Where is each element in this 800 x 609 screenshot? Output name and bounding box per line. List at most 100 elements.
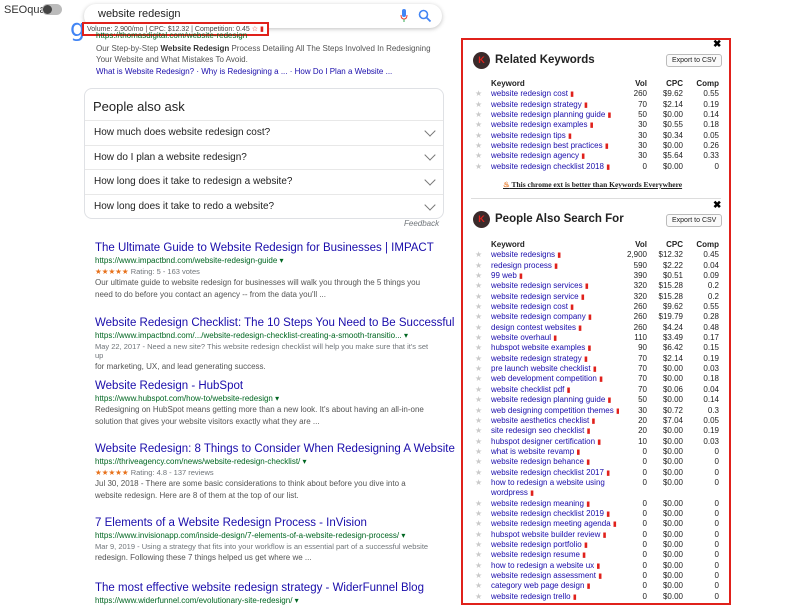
paa-item[interactable]: How much does website redesign cost?: [85, 120, 443, 145]
star-icon[interactable]: ★: [475, 426, 491, 436]
keyword-link[interactable]: website redesign services ▮: [491, 281, 619, 291]
star-icon[interactable]: ★: [475, 550, 491, 560]
keyword-text[interactable]: website redesign assessment: [491, 571, 596, 580]
keyword-text[interactable]: website redesign resume: [491, 550, 580, 559]
star-icon[interactable]: ★: [475, 343, 491, 353]
star-icon[interactable]: ★: [475, 468, 491, 478]
mic-icon[interactable]: [400, 9, 408, 22]
feedback-link[interactable]: Feedback: [404, 219, 439, 228]
star-icon[interactable]: ★: [475, 333, 491, 343]
star-icon[interactable]: ★: [475, 89, 491, 99]
keyword-text[interactable]: hubspot designer certification: [491, 437, 595, 446]
keyword-link[interactable]: website redesign examples ▮: [491, 120, 619, 130]
keyword-text[interactable]: web development competition: [491, 374, 597, 383]
keyword-text[interactable]: website redesign checklist 2017: [491, 468, 604, 477]
result-title[interactable]: The most effective website redesign stra…: [95, 582, 430, 594]
keyword-text[interactable]: 99 web: [491, 271, 517, 280]
keyword-text[interactable]: website redesign checklist 2019: [491, 509, 604, 518]
paa-item[interactable]: How long does it take to redo a website?: [85, 193, 443, 219]
keyword-text[interactable]: what is website revamp: [491, 447, 574, 456]
keyword-link[interactable]: website redesign resume ▮: [491, 550, 619, 560]
keyword-link[interactable]: hubspot website builder review ▮: [491, 530, 619, 540]
keyword-link[interactable]: pre launch website checklist ▮: [491, 364, 619, 374]
keyword-text[interactable]: website checklist pdf: [491, 385, 564, 394]
keyword-text[interactable]: web designing competition themes: [491, 406, 614, 415]
keyword-link[interactable]: website redesign agency ▮: [491, 151, 619, 161]
star-icon[interactable]: ★: [475, 364, 491, 374]
keyword-text[interactable]: website redesign strategy: [491, 100, 582, 109]
keyword-text[interactable]: redesign process: [491, 261, 552, 270]
paa-item[interactable]: How do I plan a website redesign?: [85, 144, 443, 170]
keyword-text[interactable]: website redesign cost: [491, 302, 568, 311]
keyword-text[interactable]: website redesign services: [491, 281, 583, 290]
keyword-link[interactable]: website redesign checklist 2017 ▮: [491, 468, 619, 478]
star-icon[interactable]: ★: [475, 519, 491, 529]
star-icon[interactable]: ★: [475, 540, 491, 550]
keyword-text[interactable]: website redesign behance: [491, 457, 584, 466]
star-icon[interactable]: ★: [475, 561, 491, 571]
keyword-link[interactable]: website redesign meeting agenda ▮: [491, 519, 619, 529]
star-icon[interactable]: ★: [475, 499, 491, 509]
keyword-link[interactable]: website redesign tips ▮: [491, 131, 619, 141]
seoquake-toggle-icon[interactable]: [42, 4, 62, 15]
keyword-text[interactable]: website redesign strategy: [491, 354, 582, 363]
star-icon[interactable]: ★: [475, 302, 491, 312]
keyword-text[interactable]: hubspot website examples: [491, 343, 585, 352]
star-icon[interactable]: ★: [475, 457, 491, 467]
result-title[interactable]: Website Redesign Checklist: The 10 Steps…: [95, 317, 454, 329]
keyword-text[interactable]: website aesthetics checklist: [491, 416, 589, 425]
star-icon[interactable]: ★: [475, 374, 491, 384]
keyword-text[interactable]: how to redesign a website using wordpres…: [491, 478, 605, 497]
keyword-text[interactable]: website redesign planning guide: [491, 395, 605, 404]
keyword-link[interactable]: website redesign cost ▮: [491, 302, 619, 312]
keyword-text[interactable]: how to redesign a website ux: [491, 561, 594, 570]
keyword-link[interactable]: website aesthetics checklist ▮: [491, 416, 619, 426]
star-icon[interactable]: ★: [475, 271, 491, 281]
paa-item[interactable]: How long does it take to redesign a webs…: [85, 169, 443, 194]
keyword-text[interactable]: pre launch website checklist: [491, 364, 591, 373]
keyword-link[interactable]: website redesign assessment ▮: [491, 571, 619, 581]
top-result-url[interactable]: https://thomasdigital.com/website-redesi…: [96, 31, 436, 40]
keyword-text[interactable]: website redesign portfolio: [491, 540, 582, 549]
result-url[interactable]: https://www.invisionapp.com/inside-desig…: [95, 531, 430, 540]
search-input[interactable]: [98, 8, 378, 20]
result-title[interactable]: Website Redesign: 8 Things to Consider W…: [95, 443, 455, 455]
star-icon[interactable]: ★: [475, 437, 491, 447]
keyword-link[interactable]: website redesigns ▮: [491, 250, 619, 260]
keyword-link[interactable]: website redesign cost ▮: [491, 89, 619, 99]
search-icon[interactable]: [418, 9, 432, 23]
star-icon[interactable]: ★: [475, 447, 491, 457]
keyword-link[interactable]: redesign process ▮: [491, 261, 619, 271]
star-icon[interactable]: ★: [475, 162, 491, 172]
keyword-link[interactable]: website redesign planning guide ▮: [491, 110, 619, 120]
keyword-link[interactable]: web designing competition themes ▮: [491, 406, 619, 416]
result-url[interactable]: https://www.hubspot.com/how-to/website-r…: [95, 394, 430, 403]
keyword-link[interactable]: how to redesign a website ux ▮: [491, 561, 619, 571]
keyword-link[interactable]: website redesign company ▮: [491, 312, 619, 322]
star-icon[interactable]: ★: [475, 131, 491, 141]
star-icon[interactable]: ★: [475, 151, 491, 161]
star-icon[interactable]: ★: [475, 581, 491, 591]
keyword-text[interactable]: website overhaul: [491, 333, 551, 342]
keyword-link[interactable]: website overhaul ▮: [491, 333, 619, 343]
keyword-link[interactable]: site redesign seo checklist ▮: [491, 426, 619, 436]
keyword-text[interactable]: website redesign agency: [491, 151, 579, 160]
star-icon[interactable]: ★: [475, 100, 491, 110]
keyword-link[interactable]: website redesign trello ▮: [491, 592, 619, 602]
star-icon[interactable]: ★: [475, 141, 491, 151]
keyword-link[interactable]: website redesign service ▮: [491, 292, 619, 302]
keyword-text[interactable]: hubspot website builder review: [491, 530, 600, 539]
keyword-link[interactable]: website redesign meaning ▮: [491, 499, 619, 509]
keyword-text[interactable]: website redesigns: [491, 250, 555, 259]
star-icon[interactable]: ★: [475, 571, 491, 581]
result-title[interactable]: Website Redesign - HubSpot: [95, 380, 430, 392]
keyword-text[interactable]: website redesign tips: [491, 131, 566, 140]
keyword-link[interactable]: website redesign best practices ▮: [491, 141, 619, 151]
promo-link[interactable]: ♨ This chrome ext is better than Keyword…: [503, 180, 682, 189]
export-csv-button[interactable]: Export to CSV: [666, 54, 723, 67]
top-result-sitelinks[interactable]: What is Website Redesign? · Why is Redes…: [96, 67, 392, 76]
star-icon[interactable]: ★: [475, 385, 491, 395]
star-icon[interactable]: ★: [475, 406, 491, 416]
keyword-link[interactable]: website redesign behance ▮: [491, 457, 619, 467]
keyword-text[interactable]: website redesign best practices: [491, 141, 603, 150]
